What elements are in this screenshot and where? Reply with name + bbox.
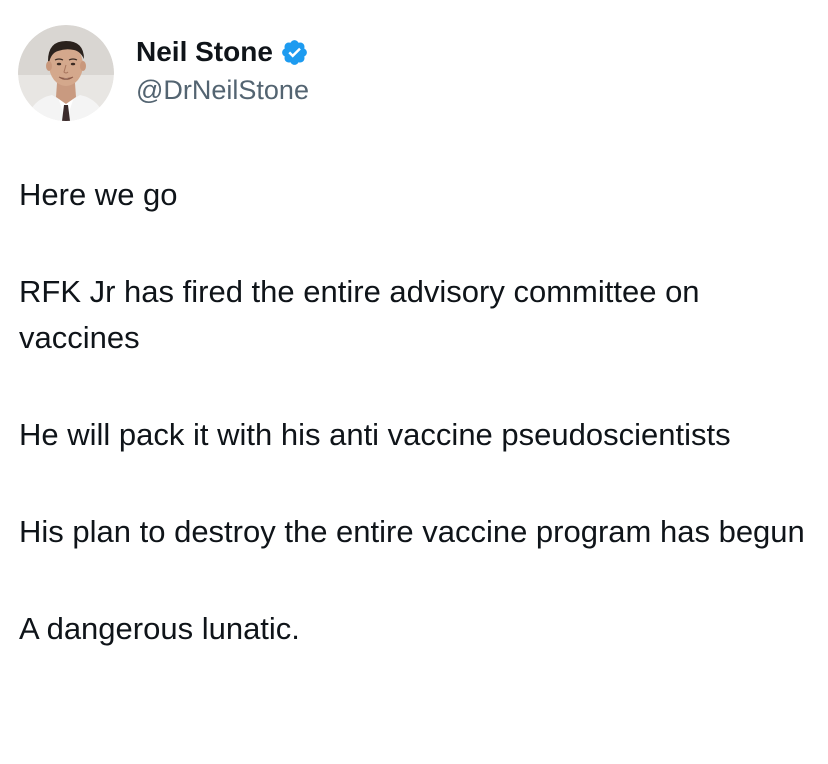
avatar[interactable] (18, 25, 114, 121)
tweet-text: Here we go RFK Jr has fired the entire a… (19, 172, 819, 652)
author-handle[interactable]: @DrNeilStone (136, 72, 309, 108)
tweet-paragraph: His plan to destroy the entire vaccine p… (19, 514, 805, 549)
display-name-row[interactable]: Neil Stone (136, 34, 309, 70)
tweet-paragraph: A dangerous lunatic. (19, 611, 300, 646)
tweet-header: Neil Stone @DrNeilStone (18, 24, 309, 122)
verified-badge-icon (280, 38, 309, 67)
tweet-paragraph: RFK Jr has fired the entire advisory com… (19, 274, 700, 355)
profile-photo-icon (18, 25, 114, 121)
author-names: Neil Stone @DrNeilStone (136, 34, 309, 108)
tweet-paragraph: He will pack it with his anti vaccine ps… (19, 417, 731, 452)
author-display-name[interactable]: Neil Stone (136, 34, 273, 70)
tweet-card: Neil Stone @DrNeilStone Here we go RFK J… (0, 0, 828, 764)
tweet-paragraph: Here we go (19, 177, 178, 212)
